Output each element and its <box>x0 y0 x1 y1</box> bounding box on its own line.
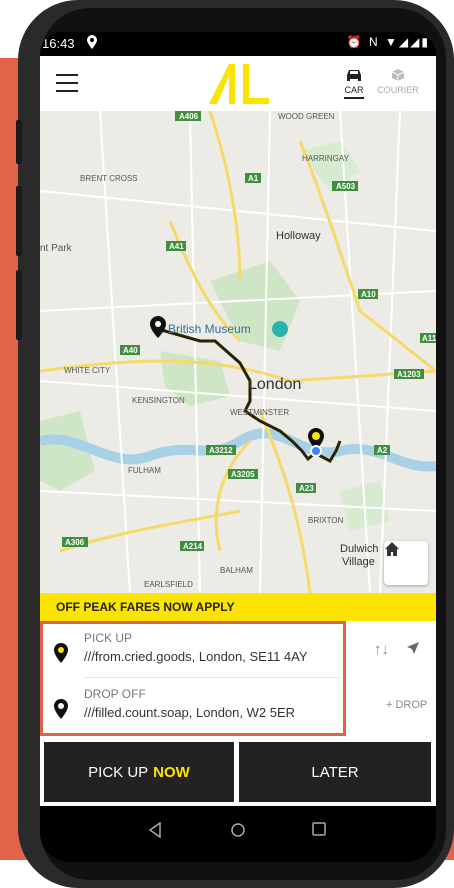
dropoff-row[interactable]: DROP OFF ///filled.count.soap, London, W… <box>40 679 340 733</box>
place-label: BALHAM <box>220 566 253 575</box>
mode-courier-tab[interactable]: COURIER <box>374 68 422 95</box>
swap-icon[interactable]: ↑↓ <box>374 641 389 658</box>
pickup-pin-icon <box>54 643 68 663</box>
place-label: WESTMINSTER <box>230 408 289 417</box>
place-label: FULHAM <box>128 466 161 475</box>
menu-icon[interactable] <box>56 74 78 92</box>
place-label: HARRINGAY <box>302 154 350 163</box>
booking-actions: PICK UP NOW LATER <box>40 736 436 806</box>
place-label: Dulwich <box>340 543 379 555</box>
place-label: BRIXTON <box>308 516 344 525</box>
car-icon <box>330 68 378 85</box>
recents-icon[interactable] <box>312 822 326 841</box>
place-label: WOOD GREEN <box>278 112 335 121</box>
status-time: 16:43 <box>42 36 75 51</box>
pickup-label: PICK UP <box>84 631 133 645</box>
add-drop-button[interactable]: + DROP <box>386 699 427 711</box>
place-label: London <box>248 376 301 393</box>
road-label: A306 <box>65 538 85 547</box>
pickup-row[interactable]: PICK UP ///from.cried.goods, London, SE1… <box>40 623 340 677</box>
place-label: Village <box>342 556 375 568</box>
road-label: A1203 <box>397 370 421 379</box>
road-label: A503 <box>336 182 356 191</box>
pickup-address: ///from.cried.goods, London, SE11 4AY <box>84 649 308 664</box>
later-button[interactable]: LATER <box>239 742 431 802</box>
phone-side-button <box>16 186 22 256</box>
place-label: British Museum <box>168 322 251 336</box>
current-location-dot <box>310 445 322 457</box>
place-label: BRENT CROSS <box>80 174 138 183</box>
route-map[interactable]: A406 A1 A503 A41 A10 A40 A1203 A3212 A32… <box>40 111 436 593</box>
road-label: A214 <box>183 542 203 551</box>
museum-icon <box>272 321 288 337</box>
road-label: A41 <box>169 242 184 251</box>
status-icons: ⏰ N ▼◢◢▮ <box>346 35 430 49</box>
road-label: A2 <box>377 446 388 455</box>
road-label: A10 <box>361 290 376 299</box>
phone-side-button <box>16 120 22 164</box>
notification-icon <box>86 35 98 52</box>
app-screen: 16:43 ⏰ N ▼◢◢▮ CAR COURIER A406 A1 A503 … <box>40 32 436 862</box>
road-label: A406 <box>179 112 199 121</box>
mode-car-tab[interactable]: CAR <box>330 68 378 99</box>
journey-panel: PICK UP ///from.cried.goods, London, SE1… <box>40 621 436 736</box>
road-label: A23 <box>299 484 314 493</box>
app-logo <box>205 60 275 113</box>
road-label: A3212 <box>209 446 233 455</box>
road-label: A11 <box>422 334 436 343</box>
locate-me-icon[interactable] <box>406 641 420 659</box>
row-divider <box>84 677 340 678</box>
place-label: EARLSFIELD <box>144 580 193 589</box>
place-label: WHITE CITY <box>64 366 111 375</box>
road-label: A1 <box>248 174 259 183</box>
status-bar: 16:43 ⏰ N ▼◢◢▮ <box>40 32 436 56</box>
place-label: KENSINGTON <box>132 396 185 405</box>
dropoff-pin-icon <box>54 699 68 719</box>
offpeak-banner: OFF PEAK FARES NOW APPLY <box>40 593 436 621</box>
place-label: nt Park <box>40 243 73 254</box>
back-icon[interactable] <box>148 821 162 843</box>
mode-courier-label: COURIER <box>377 85 419 95</box>
pickup-now-prefix: PICK UP <box>88 763 149 781</box>
package-icon <box>374 68 422 85</box>
app-header: CAR COURIER <box>40 56 436 111</box>
road-label: A3205 <box>231 470 255 479</box>
home-location-button[interactable] <box>384 541 428 585</box>
system-nav-bar <box>40 806 436 862</box>
pickup-now-button[interactable]: PICK UP NOW <box>44 742 234 802</box>
mode-car-label: CAR <box>344 85 364 99</box>
road-label: A40 <box>123 346 138 355</box>
dropoff-address: ///filled.count.soap, London, W2 5ER <box>84 705 296 720</box>
dropoff-label: DROP OFF <box>84 687 146 701</box>
pickup-now-accent: NOW <box>153 763 190 781</box>
place-label: Holloway <box>276 230 321 242</box>
home-nav-icon[interactable] <box>230 822 246 843</box>
phone-side-button <box>16 270 22 340</box>
